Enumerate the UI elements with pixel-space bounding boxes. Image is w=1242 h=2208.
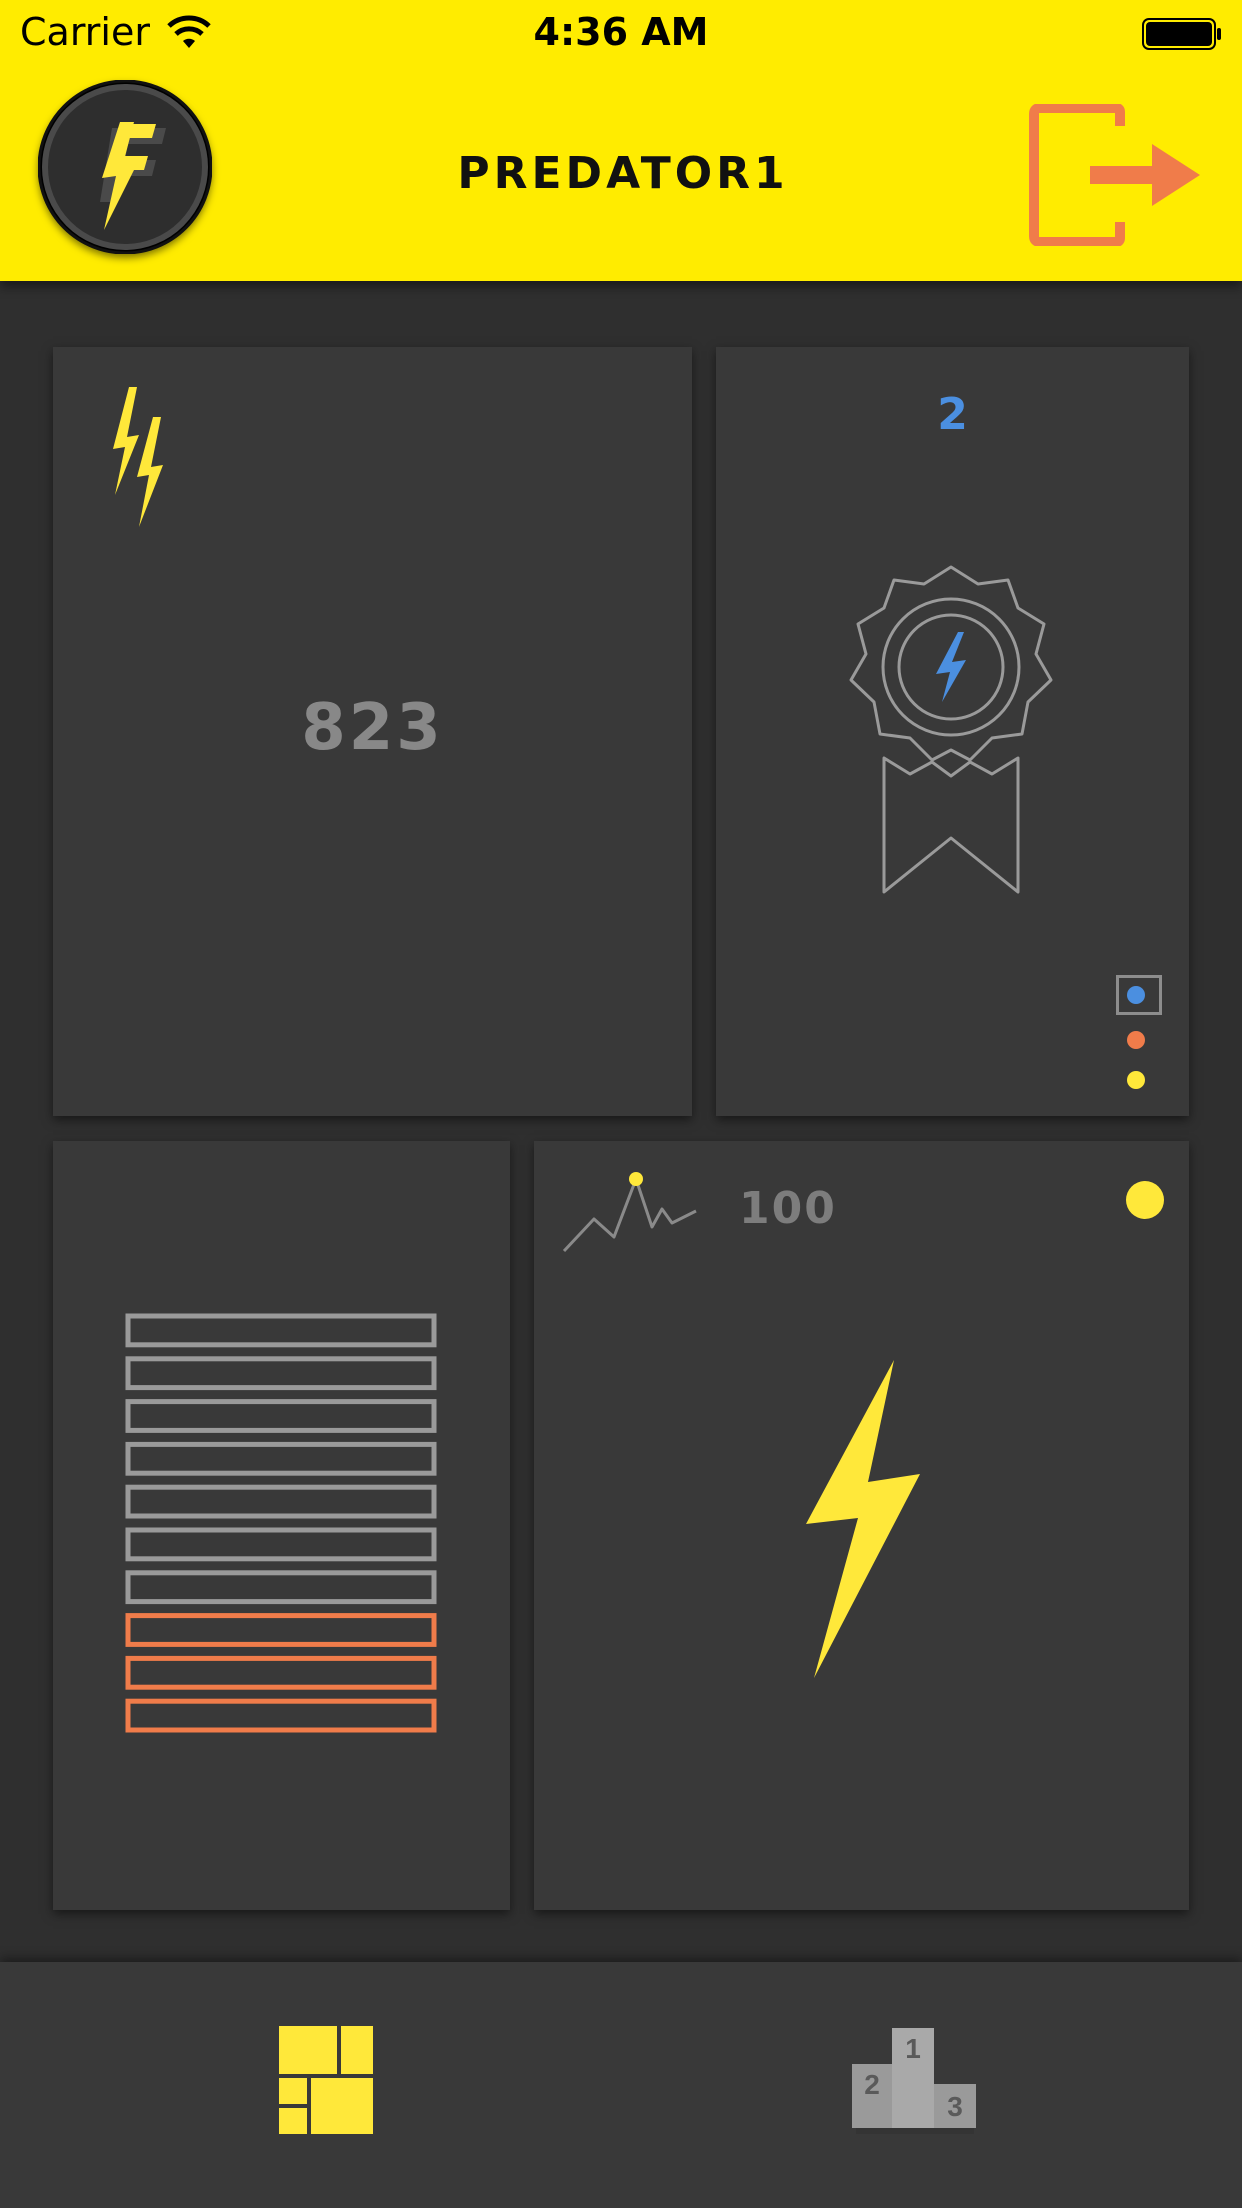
badge-count: 2 (937, 389, 968, 440)
level-bar (125, 1313, 437, 1348)
pager-dot-1[interactable] (1127, 986, 1145, 1004)
levels-card[interactable] (53, 1141, 510, 1910)
level-bar (125, 1527, 437, 1562)
tab-dashboard[interactable] (0, 1962, 621, 2208)
page-title-text: PREDATOR (457, 148, 755, 199)
tab-leaderboard[interactable]: 1 2 3 (621, 1962, 1242, 2208)
badge-card[interactable]: 2 (716, 347, 1189, 1116)
double-bolt-icon (113, 387, 163, 527)
level-bar (125, 1356, 437, 1391)
trend-peak-icon (562, 1172, 697, 1253)
tab-bar: 1 2 3 (0, 1962, 1242, 2208)
podium-label-3: 3 (947, 2091, 963, 2122)
podium-label-2: 2 (864, 2069, 880, 2100)
logout-icon[interactable] (1028, 104, 1202, 246)
boost-value: 100 (739, 1183, 837, 1234)
level-bar (125, 1613, 437, 1647)
pager-dot-3[interactable] (1127, 1071, 1145, 1089)
status-time: 4:36 AM (533, 10, 709, 54)
app-header: Carrier 4:36 AM PREDATOR1 (0, 0, 1242, 281)
energy-card[interactable]: 823 (53, 347, 692, 1116)
lightning-bolt-icon (806, 1360, 920, 1678)
level-bar (125, 1484, 437, 1519)
award-ribbon-icon (849, 565, 1053, 894)
level-bar (125, 1698, 437, 1733)
energy-value: 823 (301, 691, 444, 765)
badge-pager[interactable] (1114, 975, 1164, 1105)
level-bar (125, 1441, 437, 1476)
pager-dot-2[interactable] (1127, 1031, 1145, 1049)
page-title-number: 1 (754, 148, 785, 199)
boost-card[interactable]: 100 (534, 1141, 1189, 1910)
level-bar (125, 1655, 437, 1690)
dashboard-grid-icon (279, 2026, 373, 2134)
podium-icon: 1 2 3 (852, 2028, 976, 2134)
podium-label-1: 1 (905, 2033, 921, 2064)
level-bar (125, 1570, 437, 1605)
level-bar (125, 1399, 437, 1433)
level-stack-icon (125, 1313, 437, 1733)
boost-status-dot (1126, 1181, 1164, 1219)
battery-icon (1142, 18, 1221, 50)
